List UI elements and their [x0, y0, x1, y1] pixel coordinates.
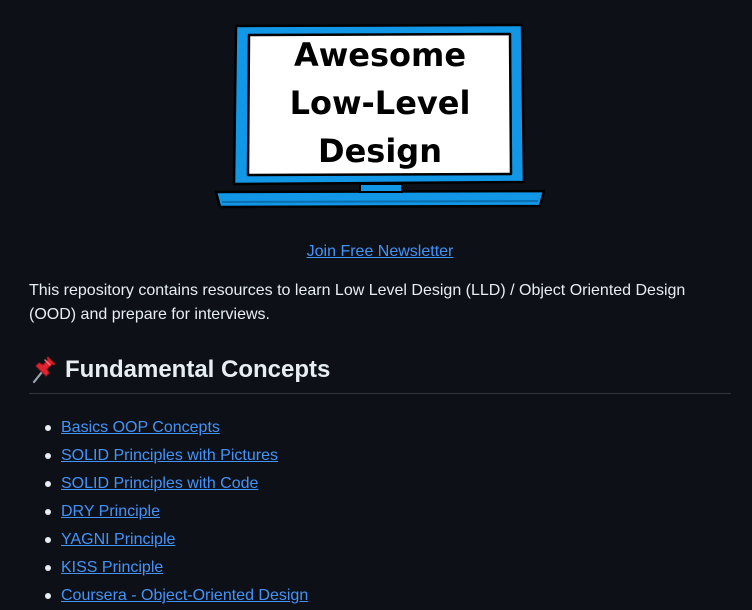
- bullet-icon: [45, 508, 51, 515]
- concept-link[interactable]: DRY Principle: [61, 503, 160, 520]
- bullet-icon: [45, 424, 51, 431]
- bullet-icon: [45, 592, 51, 599]
- concept-link[interactable]: KISS Principle: [61, 559, 163, 576]
- section-title: Fundamental Concepts: [65, 356, 331, 383]
- list-item: KISS Principle: [45, 554, 731, 582]
- intro-paragraph: This repository contains resources to le…: [29, 282, 686, 323]
- fundamental-concepts-list: Basics OOP Concepts SOLID Principles with…: [29, 414, 731, 610]
- svg-text:Low-Level: Low-Level: [290, 84, 471, 122]
- svg-text:Design: Design: [318, 132, 442, 170]
- concept-link[interactable]: YAGNI Principle: [61, 531, 175, 548]
- concept-link[interactable]: SOLID Principles with Code: [61, 475, 258, 492]
- join-newsletter-link[interactable]: Join Free Newsletter: [307, 243, 454, 260]
- awesome-lld-logo: Awesome Low-Level Design: [214, 22, 548, 214]
- svg-text:Awesome: Awesome: [294, 36, 466, 74]
- list-item: SOLID Principles with Pictures: [45, 442, 731, 470]
- concept-link[interactable]: Basics OOP Concepts: [61, 419, 220, 436]
- bullet-icon: [45, 564, 51, 571]
- list-item: SOLID Principles with Code: [45, 470, 731, 498]
- readme-content: Awesome Low-Level Design Join Free Newsl…: [29, 0, 731, 610]
- concept-link[interactable]: SOLID Principles with Pictures: [61, 447, 278, 464]
- newsletter-row: Join Free Newsletter: [29, 241, 731, 263]
- section-heading-fundamental-concepts: Fundamental Concepts: [29, 355, 731, 394]
- bullet-icon: [45, 536, 51, 543]
- bullet-icon: [45, 480, 51, 487]
- pushpin-icon: [29, 356, 59, 384]
- list-item: Basics OOP Concepts: [45, 414, 731, 442]
- list-item: YAGNI Principle: [45, 526, 731, 554]
- banner-container: Awesome Low-Level Design: [29, 0, 731, 214]
- concept-link[interactable]: Coursera - Object-Oriented Design: [61, 587, 308, 604]
- bullet-icon: [45, 452, 51, 459]
- list-item: DRY Principle: [45, 498, 731, 526]
